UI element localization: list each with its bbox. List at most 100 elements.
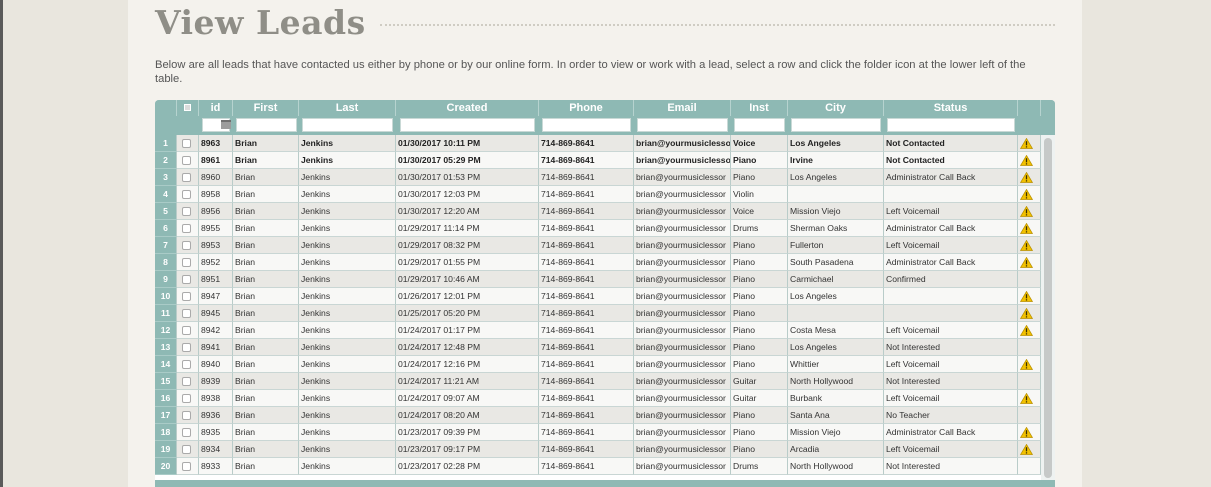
table-row[interactable]: 12 8942 Brian Jenkins 01/24/2017 01:17 P… <box>155 322 1041 339</box>
row-checkbox[interactable] <box>182 394 191 403</box>
row-checkbox[interactable] <box>182 343 191 352</box>
cell-status <box>884 305 1018 322</box>
row-checkbox[interactable] <box>182 190 191 199</box>
row-select-cell[interactable] <box>177 135 199 152</box>
row-number: 9 <box>155 271 177 288</box>
row-select-cell[interactable] <box>177 390 199 407</box>
cell-id: 8952 <box>199 254 233 271</box>
row-select-cell[interactable] <box>177 288 199 305</box>
column-header-phone[interactable]: Phone <box>539 100 634 116</box>
cell-status: No Teacher <box>884 407 1018 424</box>
table-row[interactable]: 19 8934 Brian Jenkins 01/23/2017 09:17 P… <box>155 441 1041 458</box>
vertical-scrollbar[interactable] <box>1041 135 1055 487</box>
row-select-cell[interactable] <box>177 186 199 203</box>
row-checkbox[interactable] <box>182 224 191 233</box>
row-select-cell[interactable] <box>177 373 199 390</box>
filter-created-input[interactable] <box>400 118 535 132</box>
column-header-email[interactable]: Email <box>634 100 731 116</box>
row-checkbox[interactable] <box>182 377 191 386</box>
table-row[interactable]: 18 8935 Brian Jenkins 01/23/2017 09:39 P… <box>155 424 1041 441</box>
cell-inst: Piano <box>731 356 788 373</box>
cell-phone: 714-869-8641 <box>539 135 634 152</box>
cell-status: Not Contacted <box>884 135 1018 152</box>
row-select-cell[interactable] <box>177 152 199 169</box>
table-row[interactable]: 15 8939 Brian Jenkins 01/24/2017 11:21 A… <box>155 373 1041 390</box>
cell-first: Brian <box>233 220 299 237</box>
cell-first: Brian <box>233 407 299 424</box>
table-row[interactable]: 14 8940 Brian Jenkins 01/24/2017 12:16 P… <box>155 356 1041 373</box>
column-header-status[interactable]: Status <box>884 100 1018 116</box>
filter-email-input[interactable] <box>637 118 728 132</box>
row-checkbox[interactable] <box>182 241 191 250</box>
table-row[interactable]: 11 8945 Brian Jenkins 01/25/2017 05:20 P… <box>155 305 1041 322</box>
row-checkbox[interactable] <box>182 445 191 454</box>
row-checkbox[interactable] <box>182 428 191 437</box>
row-select-cell[interactable] <box>177 441 199 458</box>
row-checkbox[interactable] <box>182 326 191 335</box>
table-row[interactable]: 6 8955 Brian Jenkins 01/29/2017 11:14 PM… <box>155 220 1041 237</box>
row-select-cell[interactable] <box>177 271 199 288</box>
column-header-last[interactable]: Last <box>299 100 396 116</box>
filter-phone-input[interactable] <box>542 118 631 132</box>
table-row[interactable]: 13 8941 Brian Jenkins 01/24/2017 12:48 P… <box>155 339 1041 356</box>
calendar-icon[interactable] <box>221 120 231 129</box>
filter-city-input[interactable] <box>791 118 881 132</box>
row-checkbox[interactable] <box>182 156 191 165</box>
filter-inst-input[interactable] <box>734 118 785 132</box>
cell-email: brian@yourmusiclessor <box>634 390 731 407</box>
table-row[interactable]: 9 8951 Brian Jenkins 01/29/2017 10:46 AM… <box>155 271 1041 288</box>
row-checkbox[interactable] <box>182 411 191 420</box>
row-select-cell[interactable] <box>177 305 199 322</box>
row-checkbox[interactable] <box>182 139 191 148</box>
table-row[interactable]: 3 8960 Brian Jenkins 01/30/2017 01:53 PM… <box>155 169 1041 186</box>
row-select-cell[interactable] <box>177 169 199 186</box>
table-row[interactable]: 5 8956 Brian Jenkins 01/30/2017 12:20 AM… <box>155 203 1041 220</box>
column-header-created[interactable]: Created <box>396 100 539 116</box>
select-all-icon[interactable] <box>184 104 191 111</box>
column-header-id[interactable]: id <box>199 100 233 116</box>
filter-last-input[interactable] <box>302 118 393 132</box>
row-checkbox[interactable] <box>182 207 191 216</box>
row-select-cell[interactable] <box>177 458 199 475</box>
row-checkbox[interactable] <box>182 258 191 267</box>
row-checkbox[interactable] <box>182 309 191 318</box>
cell-id: 8947 <box>199 288 233 305</box>
select-all-header[interactable] <box>177 100 199 116</box>
table-row[interactable]: 20 8933 Brian Jenkins 01/23/2017 02:28 P… <box>155 458 1041 475</box>
warning-icon <box>1019 307 1034 319</box>
table-row[interactable]: 10 8947 Brian Jenkins 01/26/2017 12:01 P… <box>155 288 1041 305</box>
table-row[interactable]: 16 8938 Brian Jenkins 01/24/2017 09:07 A… <box>155 390 1041 407</box>
table-row[interactable]: 1 8963 Brian Jenkins 01/30/2017 10:11 PM… <box>155 135 1041 152</box>
table-row[interactable]: 7 8953 Brian Jenkins 01/29/2017 08:32 PM… <box>155 237 1041 254</box>
row-select-cell[interactable] <box>177 407 199 424</box>
scrollbar-thumb[interactable] <box>1044 138 1052 478</box>
row-select-cell[interactable] <box>177 254 199 271</box>
page-title: View Leads <box>155 2 366 42</box>
cell-created: 01/23/2017 02:28 PM <box>396 458 539 475</box>
column-header-first[interactable]: First <box>233 100 299 116</box>
column-header-inst[interactable]: Inst <box>731 100 788 116</box>
row-select-cell[interactable] <box>177 339 199 356</box>
filter-status-input[interactable] <box>887 118 1015 132</box>
row-select-cell[interactable] <box>177 203 199 220</box>
cell-last: Jenkins <box>299 390 396 407</box>
cell-last: Jenkins <box>299 441 396 458</box>
row-checkbox[interactable] <box>182 360 191 369</box>
row-select-cell[interactable] <box>177 356 199 373</box>
cell-id: 8939 <box>199 373 233 390</box>
table-row[interactable]: 8 8952 Brian Jenkins 01/29/2017 01:55 PM… <box>155 254 1041 271</box>
row-select-cell[interactable] <box>177 220 199 237</box>
row-select-cell[interactable] <box>177 237 199 254</box>
table-row[interactable]: 4 8958 Brian Jenkins 01/30/2017 12:03 PM… <box>155 186 1041 203</box>
column-header-city[interactable]: City <box>788 100 884 116</box>
row-select-cell[interactable] <box>177 322 199 339</box>
table-row[interactable]: 2 8961 Brian Jenkins 01/30/2017 05:29 PM… <box>155 152 1041 169</box>
row-checkbox[interactable] <box>182 292 191 301</box>
cell-flag <box>1018 322 1041 339</box>
row-select-cell[interactable] <box>177 424 199 441</box>
row-checkbox[interactable] <box>182 462 191 471</box>
row-checkbox[interactable] <box>182 275 191 284</box>
row-checkbox[interactable] <box>182 173 191 182</box>
table-row[interactable]: 17 8936 Brian Jenkins 01/24/2017 08:20 A… <box>155 407 1041 424</box>
filter-first-input[interactable] <box>236 118 297 132</box>
